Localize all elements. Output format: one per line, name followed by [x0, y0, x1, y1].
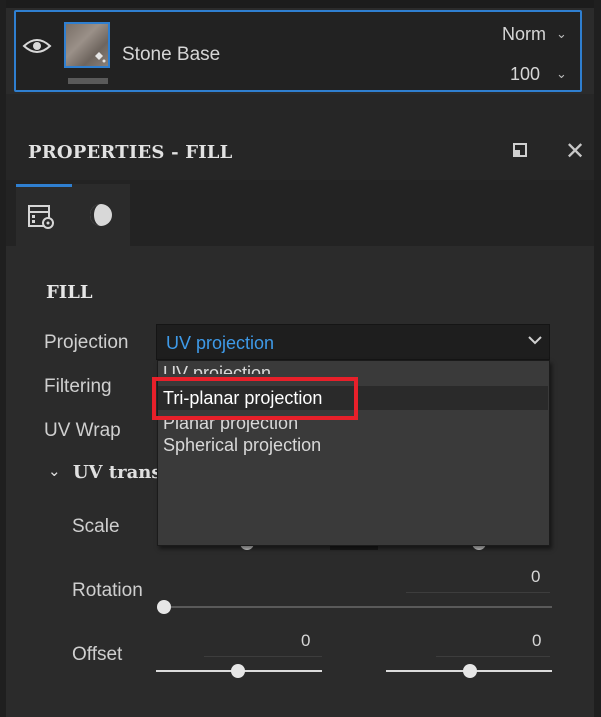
projection-select-value: UV projection [166, 333, 275, 353]
uv-wrap-label: UV Wrap [44, 420, 121, 441]
scale-label: Scale [72, 516, 120, 537]
visibility-eye-icon[interactable] [22, 36, 52, 56]
material-sphere-icon [90, 204, 112, 226]
chevron-down-icon: ⌄ [48, 462, 61, 480]
layer-stack-background [6, 94, 594, 118]
blend-mode-select[interactable]: Norm [502, 24, 546, 45]
opacity-select[interactable]: 100 [510, 64, 540, 85]
offset-u-slider-knob[interactable] [231, 664, 245, 678]
fill-bucket-icon [95, 52, 106, 63]
tab-fill-settings[interactable] [16, 184, 72, 246]
offset-v-value[interactable]: 0 [532, 631, 541, 651]
offset-label: Offset [72, 644, 123, 665]
filtering-label: Filtering [44, 376, 112, 397]
tab-material[interactable] [72, 184, 130, 246]
panel-title: PROPERTIES - FILL [28, 142, 233, 163]
scale-lock-toggle[interactable] [330, 546, 378, 550]
projection-label: Projection [44, 332, 129, 353]
layer-name: Stone Base [122, 44, 221, 65]
rotation-slider-track[interactable] [160, 606, 552, 608]
dropdown-option-spherical[interactable]: Spherical projection [163, 435, 321, 456]
offset-v-underline [436, 656, 550, 657]
chevron-down-icon [528, 336, 542, 345]
section-title: FILL [46, 282, 93, 303]
chevron-down-icon[interactable]: ⌄ [556, 66, 567, 82]
right-edge [594, 0, 601, 717]
dropdown-option-uv[interactable]: UV projection [163, 362, 271, 374]
rotation-value-underline [406, 592, 550, 593]
rotation-value[interactable]: 0 [531, 567, 540, 587]
rotation-label: Rotation [72, 580, 143, 601]
rotation-slider-knob[interactable] [157, 600, 171, 614]
fill-settings-icon [28, 205, 54, 229]
highlight-annotation-box [152, 377, 358, 420]
offset-u-underline [204, 656, 322, 657]
layer-thumbnail[interactable] [64, 22, 110, 68]
offset-u-value[interactable]: 0 [301, 631, 310, 651]
dropdown-option-planar[interactable]: Planar projection [163, 418, 298, 432]
undock-icon[interactable] [513, 143, 527, 157]
uv-transform-label: UV trans [72, 462, 162, 483]
mask-thumbnail-bar [68, 78, 108, 84]
close-icon[interactable]: ✕ [565, 137, 585, 166]
offset-v-slider-knob[interactable] [463, 664, 477, 678]
chevron-down-icon[interactable]: ⌄ [556, 26, 567, 42]
top-edge [0, 0, 601, 8]
uv-transform-group[interactable]: ⌄ UV trans [48, 462, 161, 483]
